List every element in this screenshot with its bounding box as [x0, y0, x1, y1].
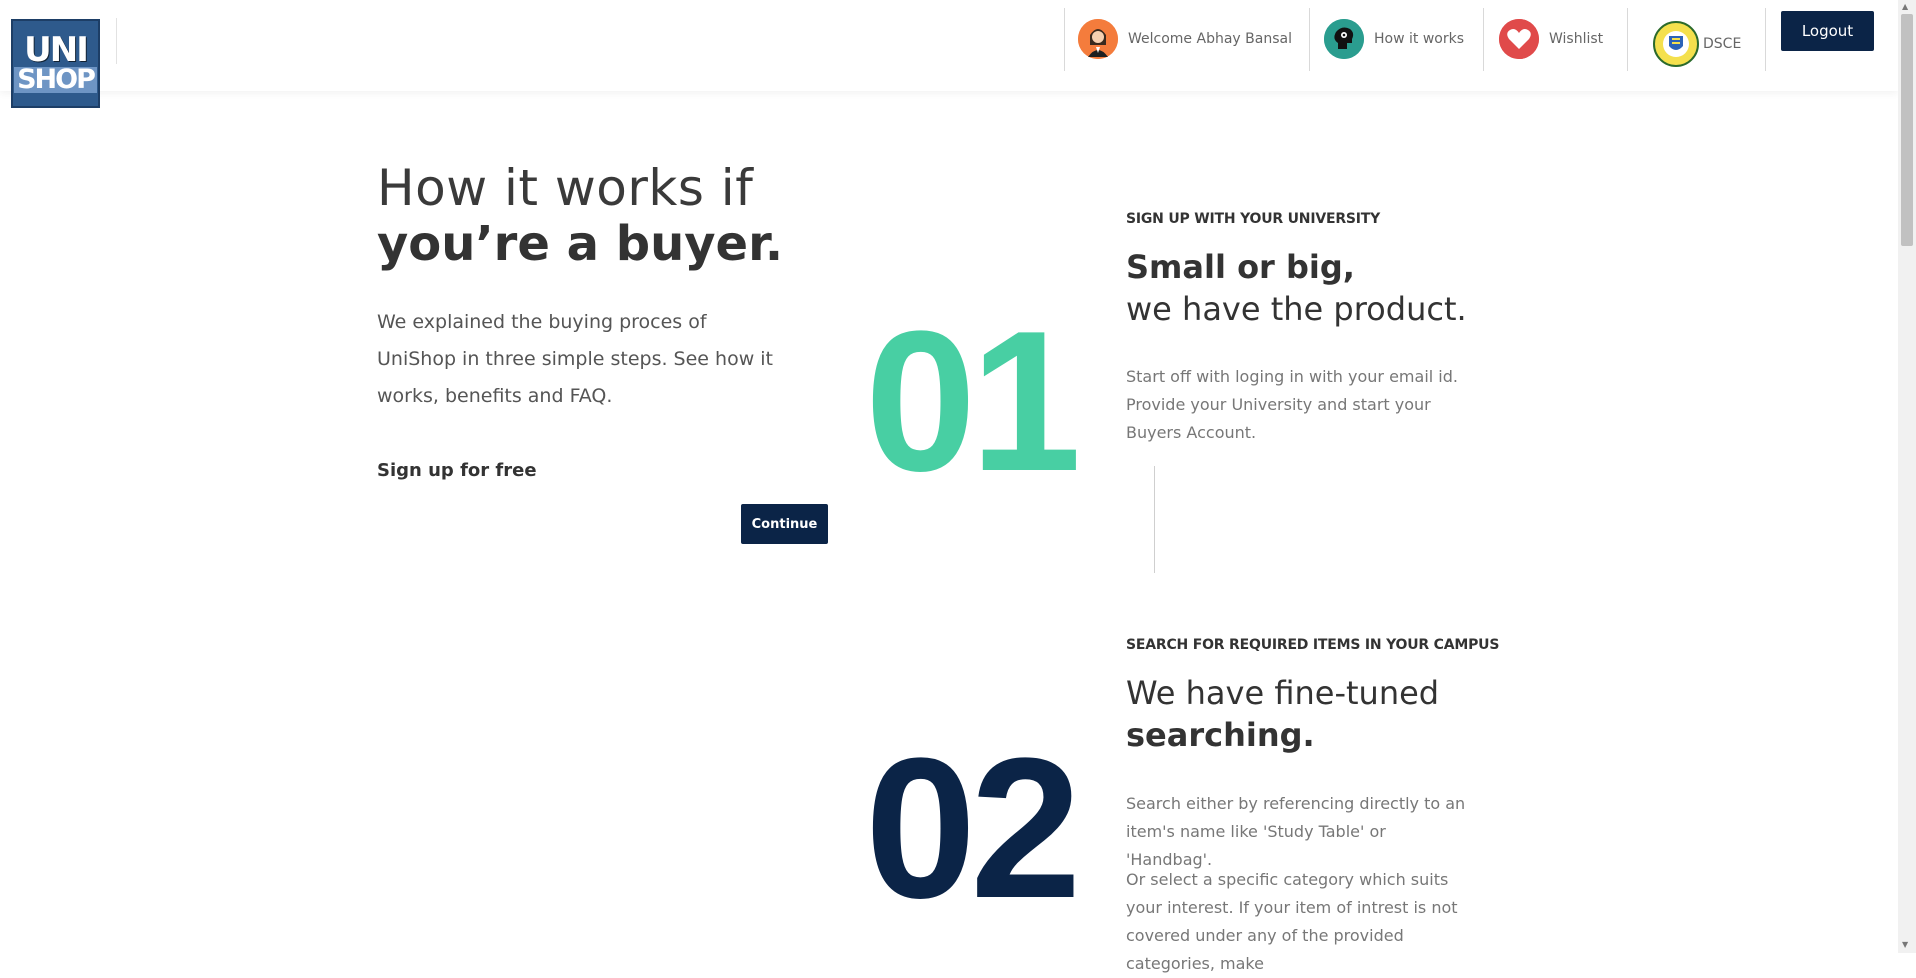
nav-label-university: DSCE: [1703, 36, 1742, 52]
nav-label-welcome: Welcome Abhay Bansal: [1128, 31, 1292, 47]
logo-text-bottom: SHOP: [14, 66, 97, 93]
user-avatar-icon: [1078, 19, 1118, 59]
page-title-line1: How it works if: [377, 159, 754, 217]
nav-label-how-it-works: How it works: [1374, 31, 1464, 47]
step-connector-line: [1154, 466, 1155, 573]
nav-divider: [1765, 8, 1766, 71]
step-01-heading: Small or big, we have the product.: [1126, 246, 1467, 330]
step-01-kicker: SIGN UP WITH YOUR UNIVERSITY: [1126, 211, 1381, 227]
top-navbar: UNI SHOP Welcome Abhay Bansal How it wor…: [0, 0, 1898, 108]
heart-icon: [1499, 19, 1539, 59]
nav-label-wishlist: Wishlist: [1549, 31, 1604, 47]
logo-divider: [116, 18, 117, 64]
step-02-body-1: Search either by referencing directly to…: [1126, 794, 1466, 869]
step-01-heading-rest: we have the product.: [1126, 290, 1467, 328]
step-number-02: 02: [865, 717, 1081, 940]
brain-icon: [1324, 19, 1364, 59]
page-title: How it works if you’re a buyer.: [377, 160, 783, 272]
scroll-up-arrow-icon[interactable]: ▲: [1902, 2, 1908, 11]
step-02-body-2: Or select a specific category which suit…: [1126, 870, 1458, 973]
nav-divider: [1483, 8, 1484, 71]
page-title-line2: you’re a buyer.: [377, 216, 784, 272]
university-emblem-icon: [1653, 21, 1699, 67]
logo-text-top: UNI: [24, 29, 89, 70]
nav-divider: [1309, 8, 1310, 71]
scroll-down-arrow-icon[interactable]: ▼: [1902, 940, 1908, 949]
logout-button[interactable]: Logout: [1781, 11, 1874, 51]
step-01-body: Start off with loging in with your email…: [1126, 367, 1458, 442]
signup-link[interactable]: Sign up for free: [377, 460, 537, 481]
hero-description: We explained the buying proces of UniSho…: [377, 311, 774, 407]
step-02-kicker: SEARCH FOR REQUIRED ITEMS IN YOUR CAMPUS: [1126, 637, 1500, 653]
step-02-heading-bold: searching.: [1126, 716, 1315, 754]
nav-divider: [1627, 8, 1628, 71]
unishop-logo[interactable]: UNI SHOP: [11, 19, 100, 108]
scrollbar-thumb[interactable]: [1901, 14, 1913, 246]
continue-button[interactable]: Continue: [741, 504, 828, 544]
nav-item-university[interactable]: DSCE: [1653, 21, 1742, 67]
step-02-heading-rest: We have fine-tuned: [1126, 674, 1440, 712]
step-01-heading-bold: Small or big,: [1126, 248, 1355, 286]
nav-item-welcome[interactable]: Welcome Abhay Bansal: [1078, 19, 1292, 59]
step-number-01: 01: [865, 290, 1081, 513]
nav-item-wishlist[interactable]: Wishlist: [1499, 19, 1604, 59]
nav-divider: [1064, 8, 1065, 71]
step-02-heading: We have fine-tuned searching.: [1126, 672, 1439, 756]
nav-item-how-it-works[interactable]: How it works: [1324, 19, 1464, 59]
